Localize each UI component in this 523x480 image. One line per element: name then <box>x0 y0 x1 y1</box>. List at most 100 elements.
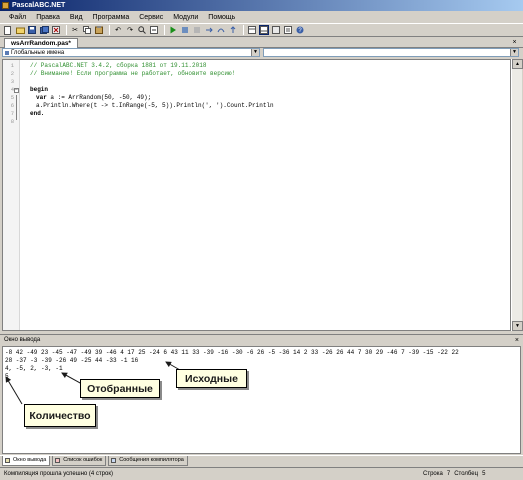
output-panel-header: Окно вывода × <box>0 334 523 345</box>
toolbar-separator <box>164 25 165 35</box>
code-var-rest: a := ArrRandom(50, -50, 49); <box>46 94 152 101</box>
member-combo[interactable]: ▼ <box>263 48 519 57</box>
line-number: 6 <box>10 102 14 109</box>
new-file-icon[interactable] <box>3 25 13 35</box>
line-number: 4 <box>10 86 14 93</box>
tab-output-window[interactable]: Окно вывода <box>2 456 51 466</box>
replace-icon[interactable] <box>149 25 159 35</box>
tab-compiler-label: Сообщения компилятора <box>119 457 184 463</box>
status-message: Компиляция прошла успешно (4 строк) <box>4 471 113 477</box>
tab-close-icon[interactable]: × <box>510 38 519 47</box>
fold-guide <box>16 95 17 120</box>
editor-vertical-scrollbar[interactable]: ▲ ▼ <box>511 59 523 331</box>
save-all-icon[interactable] <box>39 25 49 35</box>
code-line-println: a.Println.Where(t -> t.InRange(-5, 5)).P… <box>36 102 274 109</box>
code-line-begin: begin <box>30 86 48 93</box>
tab-compiler-messages[interactable]: Сообщения компилятора <box>108 456 188 466</box>
chevron-down-icon[interactable]: ▼ <box>510 49 518 56</box>
toolbar-separator <box>66 25 67 35</box>
keyword-end: end. <box>30 110 45 117</box>
output-line-source-1: -8 42 -49 23 -45 -47 -49 39 -46 4 17 25 … <box>5 349 459 356</box>
cut-icon[interactable]: ✂ <box>70 25 80 35</box>
layout-active-icon[interactable] <box>259 25 269 35</box>
menu-program[interactable]: Программа <box>88 14 135 21</box>
col-value: 5 <box>482 471 486 477</box>
code-line-comment-2: // Внимание! Если программа не работает,… <box>30 70 236 77</box>
code-line-end: end. <box>30 110 44 117</box>
title-bar: PascalABC.NET <box>0 0 523 11</box>
toolbar-separator <box>243 25 244 35</box>
save-icon[interactable] <box>27 25 37 35</box>
app-icon <box>2 2 9 9</box>
line-number-gutter: 1 2 3 4 5 6 7 8 − <box>3 60 20 330</box>
col-label: Столбец <box>454 471 479 477</box>
menu-file[interactable]: Файл <box>4 14 31 21</box>
step-icon[interactable] <box>204 25 214 35</box>
output-line-source-2: 28 -37 -3 -39 -26 49 -25 44 -33 -1 16 <box>5 357 139 364</box>
run-icon[interactable] <box>168 25 178 35</box>
code-editor[interactable]: 1 2 3 4 5 6 7 8 − // PascalABC.NET 3.4.2… <box>2 59 511 331</box>
bottom-panel-tabs: Окно вывода Список ошибок Сообщения комп… <box>0 455 523 466</box>
line-number: 1 <box>10 62 14 69</box>
step-out-icon[interactable] <box>228 25 238 35</box>
tab-output-label: Окно вывода <box>13 457 47 463</box>
output-panel-title: Окно вывода <box>4 337 41 343</box>
output-line-count: 5 <box>5 373 9 380</box>
status-bar: Компиляция прошла успешно (4 строк) Стро… <box>0 467 523 480</box>
menu-bar: Файл Правка Вид Программа Сервис Модули … <box>0 11 523 23</box>
find-icon[interactable] <box>137 25 147 35</box>
open-icon[interactable] <box>15 25 25 35</box>
line-number: 2 <box>10 70 14 77</box>
fold-toggle-icon[interactable]: − <box>14 88 19 93</box>
step-over-icon[interactable] <box>216 25 226 35</box>
toolbar-separator <box>109 25 110 35</box>
stop-icon[interactable] <box>192 25 202 35</box>
output-icon[interactable] <box>271 25 281 35</box>
app-window: PascalABC.NET Файл Правка Вид Программа … <box>0 0 523 480</box>
menu-service[interactable]: Сервис <box>134 14 168 21</box>
keyword-var: var <box>36 94 47 101</box>
layout-icon[interactable] <box>247 25 257 35</box>
paste-icon[interactable] <box>94 25 104 35</box>
editor-tab-label: wsArrRandom.pas* <box>11 40 71 47</box>
callout-selected: Отобранные <box>80 379 160 398</box>
error-list-icon <box>55 458 61 463</box>
editor-tab-strip: wsArrRandom.pas* × <box>0 37 523 48</box>
scroll-down-icon[interactable]: ▼ <box>512 321 523 331</box>
undo-icon[interactable]: ↶ <box>113 25 123 35</box>
code-line-var: var a := ArrRandom(50, -50, 49); <box>36 94 151 101</box>
close-icon[interactable] <box>51 25 61 35</box>
redo-icon[interactable]: ↷ <box>125 25 135 35</box>
navigation-row: Глобальные имена ▼ ▼ <box>0 48 523 58</box>
settings-icon[interactable] <box>283 25 293 35</box>
menu-modules[interactable]: Модули <box>168 14 203 21</box>
output-window[interactable]: -8 42 -49 23 -45 -47 -49 39 -46 4 17 25 … <box>2 346 521 454</box>
callout-source: Исходные <box>176 369 247 388</box>
menu-view[interactable]: Вид <box>65 14 88 21</box>
row-label: Строка <box>423 471 443 477</box>
close-icon[interactable]: × <box>515 335 519 346</box>
menu-help[interactable]: Помощь <box>203 14 240 21</box>
keyword-begin: begin <box>30 86 49 93</box>
cursor-position: Строка 7 Столбец 5 <box>423 468 489 480</box>
copy-icon[interactable] <box>82 25 92 35</box>
line-number: 3 <box>10 78 14 85</box>
debug-icon[interactable] <box>180 25 190 35</box>
line-number: 5 <box>10 94 14 101</box>
scroll-up-icon[interactable]: ▲ <box>512 59 523 69</box>
help-icon[interactable]: ? <box>295 25 305 35</box>
output-window-icon <box>5 458 10 463</box>
compiler-messages-icon <box>111 458 117 463</box>
menu-edit[interactable]: Правка <box>31 14 65 21</box>
toolbar: ✂ ↶ ↷ ? <box>0 23 523 37</box>
tab-errors-label: Список ошибок <box>63 457 103 463</box>
line-number: 7 <box>10 110 14 117</box>
editor-tab[interactable]: wsArrRandom.pas* <box>4 38 78 48</box>
scope-combo[interactable]: Глобальные имена ▼ <box>2 48 260 57</box>
tab-error-list[interactable]: Список ошибок <box>52 456 107 466</box>
chevron-down-icon[interactable]: ▼ <box>251 49 259 56</box>
code-line-comment-1: // PascalABC.NET 3.4.2, сборка 1881 от 1… <box>30 62 207 69</box>
callout-count: Количество <box>24 404 96 427</box>
window-title: PascalABC.NET <box>12 2 66 9</box>
scope-combo-value: Глобальные имена <box>11 50 65 56</box>
